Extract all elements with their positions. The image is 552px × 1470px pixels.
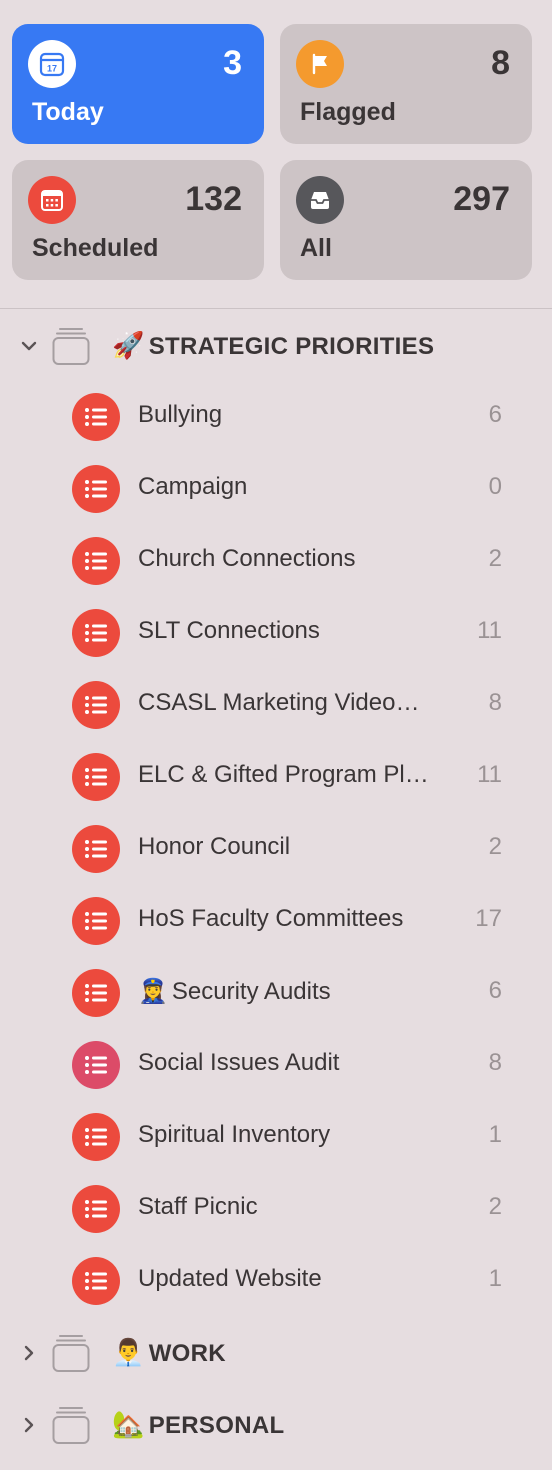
list-name: Campaign [138, 473, 248, 500]
list-count: 11 [477, 761, 502, 788]
group-emoji: 👨‍💼 [112, 1337, 145, 1367]
list-bullet-icon [72, 1185, 120, 1233]
group-title: 👨‍💼 WORK [112, 1337, 226, 1368]
list-bullet-icon [72, 1113, 120, 1161]
list-name: Church Connections [138, 545, 356, 572]
list-count: 2 [488, 545, 502, 572]
list-item-csasl-marketing-video[interactable]: CSASL Marketing Video… 8 [0, 669, 552, 741]
list-name: Social Issues Audit [138, 1049, 340, 1076]
group-title-text: STRATEGIC PRIORITIES [148, 333, 435, 360]
list-count: 2 [488, 1193, 502, 1220]
list-name: SLT Connections [138, 617, 320, 644]
group-title: 🏡 PERSONAL [112, 1409, 284, 1440]
list-bullet-icon [72, 681, 120, 729]
all-count: 297 [453, 180, 510, 218]
list-name: ELC & Gifted Program Pl… [138, 761, 429, 788]
group-emoji: 🚀 [112, 330, 145, 360]
group-personal[interactable]: 🏡 PERSONAL [0, 1389, 552, 1461]
calendar-icon [28, 176, 76, 224]
flagged-count: 8 [491, 44, 510, 82]
list-count: 8 [488, 689, 502, 716]
tray-icon [296, 176, 344, 224]
list-name: 👮‍♀️ Security Audits [138, 977, 448, 1006]
group-title: 🚀 STRATEGIC PRIORITIES [112, 330, 434, 361]
list-bullet-icon [72, 825, 120, 873]
flag-icon [296, 40, 344, 88]
group-strategic-priorities[interactable]: 🚀 STRATEGIC PRIORITIES [0, 310, 552, 382]
today-label: Today [32, 98, 104, 126]
list-bullet-icon [72, 609, 120, 657]
list-bullet-icon [72, 537, 120, 585]
list-item-campaign[interactable]: Campaign 0 [0, 453, 552, 525]
list-item-honor-council[interactable]: Honor Council 2 [0, 813, 552, 885]
list-item-elc-gifted-program[interactable]: ELC & Gifted Program Pl… 11 [0, 741, 552, 813]
list-bullet-icon [72, 969, 120, 1017]
list-name: Honor Council [138, 833, 291, 860]
list-item-bullying[interactable]: Bullying 6 [0, 381, 552, 453]
list-item-security-audits[interactable]: 👮‍♀️ Security Audits 6 [0, 957, 552, 1029]
all-label: All [300, 234, 332, 262]
all-tile[interactable]: 297 All [280, 160, 532, 280]
folder-stack-icon [52, 1333, 90, 1373]
chevron-down-icon[interactable] [18, 335, 40, 357]
list-count: 17 [475, 905, 502, 932]
scheduled-count: 132 [185, 180, 242, 218]
today-date-number: 17 [47, 64, 57, 74]
flagged-tile[interactable]: 8 Flagged [280, 24, 532, 144]
list-name: Staff Picnic [138, 1193, 258, 1220]
list-name: Updated Website [138, 1265, 322, 1292]
group-title-text: PERSONAL [148, 1412, 285, 1439]
list-count: 2 [488, 833, 502, 860]
list-item-staff-picnic[interactable]: Staff Picnic 2 [0, 1173, 552, 1245]
list-name: HoS Faculty Committees [138, 905, 404, 932]
list-bullet-icon [72, 465, 120, 513]
list-name: Bullying [138, 401, 223, 428]
list-count: 6 [488, 977, 502, 1004]
group-emoji: 🏡 [112, 1409, 145, 1439]
list-bullet-icon [72, 897, 120, 945]
list-count: 0 [488, 473, 502, 500]
today-count: 3 [223, 44, 242, 82]
list-count: 6 [488, 401, 502, 428]
group-title-text: WORK [148, 1340, 226, 1367]
section-divider [0, 308, 552, 309]
list-name: Spiritual Inventory [138, 1121, 331, 1148]
chevron-right-icon[interactable] [18, 1342, 40, 1364]
list-count: 1 [488, 1265, 502, 1292]
list-count: 11 [477, 617, 502, 644]
folder-stack-icon [52, 326, 90, 366]
list-bullet-icon [72, 1257, 120, 1305]
scheduled-label: Scheduled [32, 234, 159, 262]
group-work[interactable]: 👨‍💼 WORK [0, 1317, 552, 1389]
today-tile[interactable]: 17 3 Today [12, 24, 264, 144]
list-bullet-icon [72, 1041, 120, 1089]
list-count: 8 [488, 1049, 502, 1076]
list-item-church-connections[interactable]: Church Connections 2 [0, 525, 552, 597]
list-bullet-icon [72, 753, 120, 801]
flagged-label: Flagged [300, 98, 396, 126]
chevron-right-icon[interactable] [18, 1414, 40, 1436]
list-name: CSASL Marketing Video… [138, 689, 420, 716]
folder-stack-icon [52, 1405, 90, 1445]
list-item-slt-connections[interactable]: SLT Connections 11 [0, 597, 552, 669]
list-bullet-icon [72, 393, 120, 441]
scheduled-tile[interactable]: 132 Scheduled [12, 160, 264, 280]
list-item-updated-website[interactable]: Updated Website 1 [0, 1245, 552, 1317]
list-item-hos-faculty-committees[interactable]: HoS Faculty Committees 17 [0, 885, 552, 957]
calendar-today-icon: 17 [28, 40, 76, 88]
list-item-social-issues-audit[interactable]: Social Issues Audit 8 [0, 1029, 552, 1101]
list-count: 1 [488, 1121, 502, 1148]
list-item-spiritual-inventory[interactable]: Spiritual Inventory 1 [0, 1101, 552, 1173]
list-name-text: Security Audits [171, 978, 331, 1005]
police-officer-emoji: 👮‍♀️ [138, 978, 168, 1005]
